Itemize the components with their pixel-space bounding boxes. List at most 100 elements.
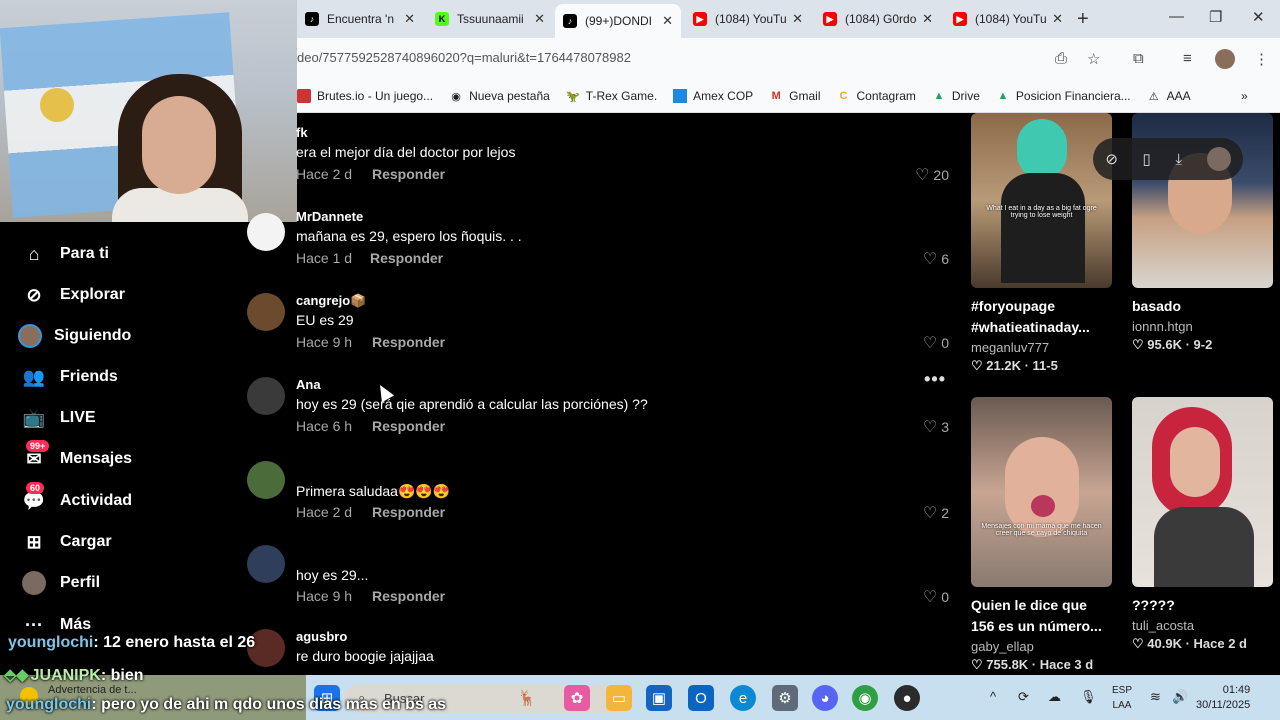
media-controls-icon[interactable]: ≡ <box>1183 50 1192 67</box>
close-icon[interactable]: ✕ <box>792 11 803 27</box>
edge-icon[interactable]: e <box>730 685 756 711</box>
cloud-icon[interactable]: ☁ <box>1048 689 1061 705</box>
bookmark-4[interactable]: Amex COP <box>673 89 753 103</box>
wifi-icon[interactable]: ≋ <box>1150 689 1161 705</box>
bookmark-1[interactable]: Brutes.io - Un juego... <box>297 89 433 103</box>
video-thumbnail[interactable]: What I eat in a day as a big fat ogre tr… <box>971 113 1112 288</box>
browser-tab-4[interactable]: ▶ (1084) YouTu ✕ <box>685 6 811 32</box>
copilot-icon[interactable]: ✿ <box>564 685 590 711</box>
browser-tab-6[interactable]: ▶ (1084) YouTu ✕ <box>945 6 1071 32</box>
avatar[interactable] <box>247 213 285 251</box>
like-button[interactable]: ♡ 0 <box>923 333 949 353</box>
deer-widget-icon[interactable]: 🦌 <box>514 685 540 711</box>
browser-tab-5[interactable]: ▶ (1084) G0rdo ✕ <box>815 6 941 32</box>
nav-cargar[interactable]: ⊞ Cargar <box>22 527 111 557</box>
floating-player-icon[interactable]: ⊘ <box>1105 150 1118 168</box>
bookmark-3[interactable]: 🦖 T-Rex Game. <box>566 89 657 103</box>
like-button[interactable]: ♡ 3 <box>923 417 949 437</box>
reply-button[interactable]: Responder <box>372 334 445 350</box>
outlook-icon[interactable]: O <box>688 685 714 711</box>
nav-mensajes[interactable]: ✉ 99+ Mensajes <box>22 440 132 474</box>
menu-icon[interactable]: ⋮ <box>1254 50 1269 68</box>
like-button[interactable]: ♡ 6 <box>923 249 949 269</box>
file-explorer-icon[interactable]: ▭ <box>606 685 632 711</box>
bookmark-2[interactable]: ◉ Nueva pestaña <box>449 89 550 103</box>
language-indicator[interactable]: ESP LAA <box>1112 683 1132 713</box>
comment-username[interactable]: fk <box>296 125 308 140</box>
video-author[interactable]: tuli_acosta <box>1132 618 1273 633</box>
window-close-icon[interactable]: ✕ <box>1252 8 1265 26</box>
video-card[interactable]: ????? tuli_acosta ♡ 40.9K · Hace 2 d <box>1132 397 1273 652</box>
more-options-icon[interactable]: ••• <box>924 369 946 390</box>
profile-avatar[interactable] <box>1215 49 1235 69</box>
avatar[interactable] <box>247 461 285 499</box>
close-icon[interactable]: ✕ <box>534 11 545 27</box>
install-app-icon[interactable]: ⎙ <box>1055 50 1067 67</box>
like-button[interactable]: ♡ 0 <box>923 587 949 607</box>
browser-tab-3[interactable]: ♪ (99+)DONDI ✕ <box>555 4 681 38</box>
avatar[interactable] <box>247 545 285 583</box>
comment-username[interactable]: cangrejo📦 <box>296 293 366 309</box>
extensions-icon[interactable]: ⧉ <box>1133 50 1144 67</box>
settings-icon[interactable]: ⚙ <box>772 685 798 711</box>
video-author[interactable]: meganluv777 <box>971 340 1112 355</box>
bookmark-5[interactable]: M Gmail <box>769 89 821 103</box>
bookmark-9[interactable]: ⚠ AAA <box>1147 89 1191 103</box>
bookmark-star-icon[interactable]: ☆ <box>1087 50 1100 68</box>
clock[interactable]: 01:49 30/11/2025 <box>1196 683 1250 713</box>
restore-icon[interactable]: ❐ <box>1209 8 1222 26</box>
nav-perfil[interactable]: Perfil <box>22 568 100 598</box>
download-icon[interactable]: ⤓ <box>1175 151 1182 168</box>
avatar[interactable] <box>1206 147 1231 171</box>
nav-siguiendo[interactable]: Siguiendo <box>18 321 131 351</box>
avatar[interactable] <box>247 377 285 415</box>
nav-explorar[interactable]: ⊘ Explorar <box>22 280 125 310</box>
reply-button[interactable]: Responder <box>372 166 445 182</box>
comment-username[interactable]: agusbro <box>296 629 347 644</box>
chrome-icon[interactable]: ◉ <box>852 685 878 711</box>
nav-para-ti[interactable]: ⌂ Para ti <box>22 239 109 269</box>
video-thumbnail[interactable] <box>1132 397 1273 587</box>
video-card[interactable]: Mensajes con mi mamá que me hacen creer … <box>971 397 1112 673</box>
sync-icon[interactable]: ⟳ <box>1018 689 1029 705</box>
url-field[interactable]: deo/7577592528740896020?q=maluri&t=17644… <box>297 50 631 65</box>
discord-icon[interactable]: ◕ <box>812 685 838 711</box>
new-tab-button[interactable]: + <box>1077 8 1089 31</box>
browser-tab-1[interactable]: ♪ Encuentra 'n ✕ <box>297 6 423 32</box>
bookmark-7[interactable]: ▲ Drive <box>932 89 979 103</box>
close-icon[interactable]: ✕ <box>662 13 673 29</box>
comment-username[interactable]: MrDannete <box>296 209 363 224</box>
chevron-up-icon[interactable]: ^ <box>990 689 996 704</box>
close-icon[interactable]: ✕ <box>1052 11 1063 27</box>
bookmark-8[interactable]: ▲ Posicion Financiera... <box>996 89 1130 103</box>
like-button[interactable]: ♡ 20 <box>915 165 949 185</box>
minimize-icon[interactable]: — <box>1169 8 1184 25</box>
close-icon[interactable]: ✕ <box>404 11 415 27</box>
nav-label: Para ti <box>60 245 109 262</box>
reply-button[interactable]: Responder <box>372 418 445 434</box>
more-bookmarks-icon[interactable]: » <box>1241 89 1248 103</box>
browser-tab-2[interactable]: K Tssuunaamii ✕ <box>427 6 553 32</box>
like-button[interactable]: ♡ 2 <box>923 503 949 523</box>
volume-icon[interactable]: 🔊 <box>1172 689 1188 705</box>
video-thumbnail[interactable]: Mensajes con mi mamá que me hacen creer … <box>971 397 1112 587</box>
microphone-icon[interactable]: 🎙 <box>1080 689 1097 705</box>
bookmark-6[interactable]: C Contagram <box>837 89 916 103</box>
comment-text: EU es 29 <box>296 312 354 328</box>
obs-icon[interactable]: ● <box>894 685 920 711</box>
video-author[interactable]: ionnn.htgn <box>1132 319 1273 334</box>
reply-button[interactable]: Responder <box>370 250 443 266</box>
avatar[interactable] <box>247 293 285 331</box>
store-icon[interactable]: ▣ <box>646 685 672 711</box>
phone-icon[interactable]: ▯ <box>1143 150 1151 168</box>
reply-button[interactable]: Responder <box>372 588 445 604</box>
nav-actividad[interactable]: 💬 60 Actividad <box>22 482 132 516</box>
nav-label: Explorar <box>60 286 125 303</box>
nav-friends[interactable]: 👥 Friends <box>22 362 118 392</box>
nav-live[interactable]: 📺 LIVE <box>22 403 96 433</box>
comment-username[interactable]: Ana <box>296 377 321 392</box>
reply-button[interactable]: Responder <box>372 504 445 520</box>
video-card[interactable]: What I eat in a day as a big fat ogre tr… <box>971 113 1112 374</box>
video-author[interactable]: gaby_ellap <box>971 639 1112 654</box>
close-icon[interactable]: ✕ <box>922 11 933 27</box>
